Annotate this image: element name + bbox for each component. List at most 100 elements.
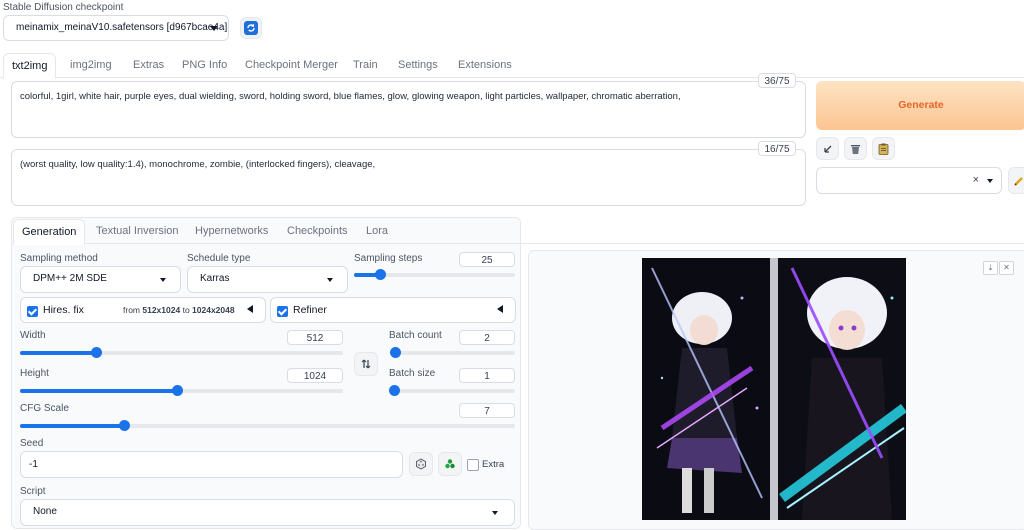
chevron-down-icon <box>492 511 498 515</box>
clear-prompt-button[interactable] <box>844 137 867 160</box>
prompt-textarea[interactable]: colorful, 1girl, white hair, purple eyes… <box>11 81 806 138</box>
prompt-text: colorful, 1girl, white hair, purple eyes… <box>20 91 681 102</box>
generate-button[interactable]: Generate <box>816 81 1024 130</box>
tab-extras[interactable]: Extras <box>125 53 172 77</box>
pencil-icon <box>1014 176 1023 186</box>
sampling-method-select[interactable]: DPM++ 2M SDE <box>20 266 181 293</box>
hires-to-value: 1024x2048 <box>192 305 235 315</box>
tab-train[interactable]: Train <box>345 53 386 77</box>
sampling-method-label: Sampling method <box>20 253 98 264</box>
tab-checkpoints[interactable]: Checkpoints <box>279 219 356 243</box>
chevron-down-icon <box>987 179 993 183</box>
schedule-type-label: Schedule type <box>187 253 251 264</box>
generated-image-art <box>642 258 906 520</box>
refresh-icon <box>244 21 258 35</box>
cfg-scale-label: CFG Scale <box>20 403 69 414</box>
styles-select[interactable]: × <box>816 167 1002 194</box>
script-label: Script <box>20 486 46 497</box>
hires-fix-label: Hires. fix <box>43 304 84 316</box>
sampling-steps-input[interactable]: 25 <box>459 252 515 267</box>
download-icon[interactable]: ⤓ <box>983 261 998 275</box>
sampling-steps-thumb[interactable] <box>374 269 386 280</box>
cfg-scale-thumb[interactable] <box>118 420 130 431</box>
batch-count-slider[interactable] <box>390 347 515 358</box>
tab-lora[interactable]: Lora <box>358 219 396 243</box>
batch-size-thumb[interactable] <box>389 385 400 396</box>
checkpoint-select[interactable]: meinamix_meinaV10.safetensors [d967bcae4… <box>3 15 229 41</box>
width-thumb[interactable] <box>90 347 102 358</box>
swap-vertical-icon <box>361 359 371 369</box>
batch-count-input[interactable]: 2 <box>459 330 515 345</box>
batch-size-input[interactable]: 1 <box>459 368 515 383</box>
read-params-button[interactable] <box>816 137 839 160</box>
chevron-down-icon <box>160 278 166 282</box>
width-input[interactable]: 512 <box>287 330 343 345</box>
tab-png-info[interactable]: PNG Info <box>174 53 235 77</box>
tab-img2img[interactable]: img2img <box>62 53 120 77</box>
hires-collapse-icon[interactable] <box>247 305 253 313</box>
edit-styles-button[interactable] <box>1008 167 1024 194</box>
refiner-label: Refiner <box>293 304 327 316</box>
checkpoint-label: Stable Diffusion checkpoint <box>3 2 124 13</box>
width-label: Width <box>20 330 46 341</box>
refiner-collapse-icon[interactable] <box>497 305 503 313</box>
batch-size-slider[interactable] <box>389 385 515 396</box>
height-thumb[interactable] <box>171 385 183 396</box>
hires-from-value: 512x1024 <box>142 305 181 315</box>
sampling-steps-slider[interactable] <box>354 269 515 280</box>
tab-txt2img[interactable]: txt2img <box>3 53 57 79</box>
main-tabs: txt2img img2img Extras PNG Info Checkpoi… <box>0 53 1024 79</box>
cfg-scale-input[interactable]: 7 <box>459 403 515 418</box>
generated-image[interactable] <box>642 258 906 520</box>
schedule-type-select[interactable]: Karras <box>187 266 348 293</box>
clipboard-icon <box>878 143 889 155</box>
height-input[interactable]: 1024 <box>287 368 343 383</box>
apply-style-button[interactable] <box>872 137 895 160</box>
seed-input[interactable]: -1 <box>20 451 403 478</box>
dice-icon <box>416 458 426 470</box>
trash-icon <box>851 144 860 154</box>
script-value: None <box>33 506 57 517</box>
sampling-method-value: DPM++ 2M SDE <box>33 273 107 284</box>
batch-size-label: Batch size <box>389 368 436 379</box>
negative-prompt-text: (worst quality, low quality:1.4), monoch… <box>20 159 376 170</box>
negative-prompt-textarea[interactable]: (worst quality, low quality:1.4), monoch… <box>11 149 806 206</box>
hires-from-word: from <box>123 305 140 315</box>
batch-count-label: Batch count <box>389 330 442 341</box>
script-select[interactable]: None <box>20 499 515 526</box>
hires-fix-checkbox[interactable] <box>27 306 38 317</box>
hires-to-word: to <box>182 305 190 315</box>
cfg-scale-fill <box>20 424 124 428</box>
chevron-down-icon <box>210 26 218 31</box>
reuse-seed-button[interactable] <box>438 452 462 476</box>
tab-settings[interactable]: Settings <box>390 53 446 77</box>
hires-resolution-summary: from 512x1024 to 1024x2048 <box>123 305 235 315</box>
arrow-down-left-icon <box>823 145 831 153</box>
height-label: Height <box>20 368 49 379</box>
extra-seed-label: Extra <box>482 459 505 470</box>
cfg-scale-slider[interactable] <box>20 420 515 431</box>
random-seed-button[interactable] <box>409 452 433 476</box>
seed-label: Seed <box>20 438 44 449</box>
close-icon[interactable]: ✕ <box>999 261 1014 275</box>
height-fill <box>20 389 177 393</box>
schedule-type-value: Karras <box>200 273 230 284</box>
tab-checkpoint-merger[interactable]: Checkpoint Merger <box>237 53 346 77</box>
generation-subtabs: Generation Textual Inversion Hypernetwor… <box>11 219 1024 245</box>
seed-value: -1 <box>29 459 38 470</box>
negative-prompt-token-counter: 16/75 <box>758 141 796 156</box>
tab-extensions[interactable]: Extensions <box>450 53 520 77</box>
prompt-token-counter: 36/75 <box>758 73 796 88</box>
refresh-checkpoint-button[interactable] <box>240 17 262 39</box>
style-clear-icon[interactable]: × <box>973 168 979 192</box>
refiner-checkbox[interactable] <box>277 306 288 317</box>
tab-textual-inversion[interactable]: Textual Inversion <box>88 219 187 243</box>
swap-dimensions-button[interactable] <box>354 352 378 376</box>
tab-hypernetworks[interactable]: Hypernetworks <box>187 219 276 243</box>
chevron-down-icon <box>327 278 333 282</box>
extra-seed-checkbox[interactable] <box>467 459 479 471</box>
width-slider[interactable] <box>20 347 343 358</box>
tab-generation[interactable]: Generation <box>13 219 86 245</box>
width-fill <box>20 351 96 355</box>
height-slider[interactable] <box>20 385 343 396</box>
